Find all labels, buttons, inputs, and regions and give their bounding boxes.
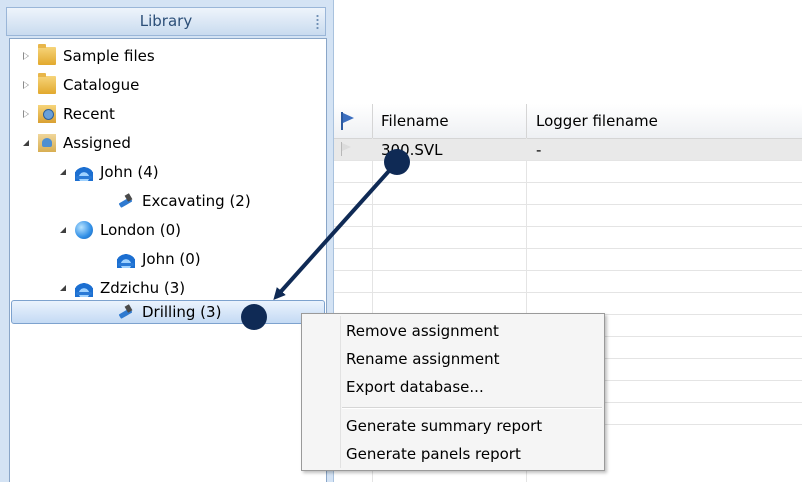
hard-hat-icon [75, 163, 93, 181]
tree-item-zdzichu[interactable]: Zdzichu (3) [57, 276, 185, 300]
menu-item-generate-panels-report[interactable]: Generate panels report [346, 445, 521, 463]
panel-grip-icon[interactable] [316, 14, 319, 29]
tree-item-label: Sample files [63, 47, 155, 65]
collapse-arrow-icon[interactable] [57, 282, 69, 294]
tree-item-label: Drilling (3) [142, 303, 222, 321]
tree-item-label: John (4) [100, 163, 159, 181]
library-tree: Sample files Catalogue Recent Assigned J… [9, 38, 327, 482]
menu-item-rename-assignment[interactable]: Rename assignment [346, 350, 500, 368]
column-header-logger-filename[interactable]: Logger filename [536, 112, 658, 130]
table-row[interactable]: 300.SVL - [334, 139, 802, 161]
tree-item-label: John (0) [142, 250, 201, 268]
table-row-empty [334, 161, 802, 183]
tree-item-label: Assigned [63, 134, 131, 152]
tree-item-excavating[interactable]: Excavating (2) [117, 189, 251, 213]
tree-item-john-0[interactable]: John (0) [117, 247, 201, 271]
tree-item-label: Recent [63, 105, 115, 123]
collapse-arrow-icon[interactable] [20, 137, 32, 149]
column-separator[interactable] [372, 104, 373, 138]
cell-logger-filename: - [536, 141, 542, 159]
hard-hat-icon [75, 279, 93, 297]
tree-item-catalogue[interactable]: Catalogue [20, 73, 139, 97]
library-header: Library [6, 7, 326, 36]
tree-item-label: Zdzichu (3) [100, 279, 186, 297]
recent-folder-icon [38, 105, 56, 123]
collapse-arrow-icon[interactable] [57, 224, 69, 236]
table-row-empty [334, 183, 802, 205]
tree-item-london[interactable]: London (0) [57, 218, 181, 242]
globe-icon [75, 221, 93, 239]
table-row-empty [334, 205, 802, 227]
drill-icon [117, 192, 135, 210]
tree-item-label: London (0) [100, 221, 181, 239]
flag-icon[interactable] [341, 112, 355, 130]
tree-item-sample-files[interactable]: Sample files [20, 44, 155, 68]
table-row-empty [334, 293, 802, 315]
folder-icon [38, 73, 56, 94]
library-panel: Library Sample files Catalogue Recent As… [0, 0, 334, 482]
column-header-filename[interactable]: Filename [381, 112, 449, 130]
menu-icon-gutter [340, 316, 341, 468]
drill-icon [117, 303, 135, 321]
context-menu: Remove assignment Rename assignment Expo… [301, 313, 605, 471]
hard-hat-icon [117, 250, 135, 268]
row-flag-icon[interactable] [341, 142, 355, 156]
column-separator[interactable] [526, 104, 527, 138]
table-row-empty [334, 249, 802, 271]
table-row-empty [334, 271, 802, 293]
tree-item-label: Catalogue [63, 76, 140, 94]
table-row-empty [334, 227, 802, 249]
menu-item-export-database[interactable]: Export database... [346, 378, 484, 396]
tree-item-recent[interactable]: Recent [20, 102, 115, 126]
tree-item-label: Excavating (2) [142, 192, 251, 210]
library-title: Library [139, 12, 193, 30]
tree-item-assigned[interactable]: Assigned [20, 131, 131, 155]
expand-arrow-icon[interactable] [20, 50, 32, 62]
expand-arrow-icon[interactable] [20, 108, 32, 120]
menu-separator [342, 407, 602, 409]
cell-filename: 300.SVL [381, 141, 443, 159]
folder-icon [38, 44, 56, 65]
menu-item-generate-summary-report[interactable]: Generate summary report [346, 417, 542, 435]
grid-header: Filename Logger filename [334, 104, 802, 139]
collapse-arrow-icon[interactable] [57, 166, 69, 178]
expand-arrow-icon[interactable] [20, 79, 32, 91]
tree-item-john-4[interactable]: John (4) [57, 160, 159, 184]
menu-item-remove-assignment[interactable]: Remove assignment [346, 322, 499, 340]
assigned-folder-icon [38, 134, 56, 152]
tree-item-drilling[interactable]: Drilling (3) [117, 300, 221, 324]
